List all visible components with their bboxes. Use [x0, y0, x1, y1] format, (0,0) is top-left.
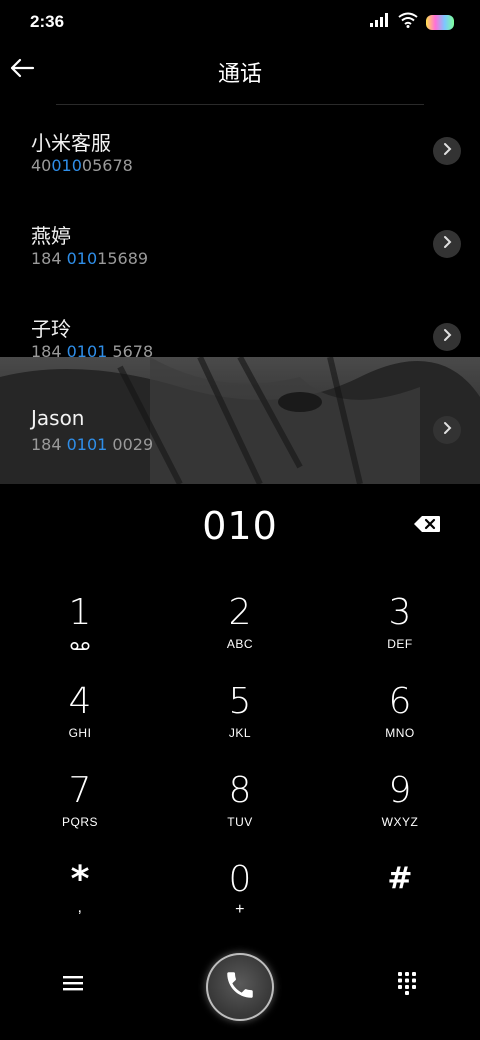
key-digit: 9	[388, 770, 412, 811]
wifi-icon	[398, 12, 418, 33]
contact-name: 小米客服	[31, 131, 111, 155]
contact-number: 184 0101 0029	[31, 435, 154, 454]
status-bar: 2:36	[0, 0, 480, 42]
key-digit: #	[387, 861, 413, 896]
contact-name: 燕婷	[31, 224, 71, 248]
number-match: 010	[51, 156, 82, 175]
contact-detail-button[interactable]	[433, 323, 461, 351]
contact-number: 4001005678	[31, 156, 133, 175]
dialed-number[interactable]: 010	[0, 504, 480, 548]
chevron-right-icon	[442, 421, 452, 440]
call-button[interactable]	[206, 953, 274, 1021]
dialpad: 1 2 ABC 3 DEF 4 GHI 5 JKL 6 MNO 7 PQRS 8…	[0, 580, 480, 936]
bottom-action-bar	[0, 948, 480, 1024]
key-letters: +	[235, 901, 245, 918]
key-digit: 3	[388, 592, 412, 633]
dialpad-icon	[397, 971, 417, 1000]
key-0[interactable]: 0 +	[180, 847, 300, 931]
key-2[interactable]: 2 ABC	[180, 580, 300, 664]
key-letters: GHI	[68, 726, 92, 740]
key-letters: JKL	[228, 726, 252, 740]
contact-detail-button[interactable]	[433, 230, 461, 258]
search-results: 小米客服 4001005678 燕婷 184 01015689 子玲 184 0…	[0, 105, 480, 484]
chevron-right-icon	[442, 142, 452, 161]
key-letters: PQRS	[61, 815, 98, 829]
key-digit: 2	[228, 592, 252, 633]
key-8[interactable]: 8 TUV	[180, 758, 300, 842]
key-letters: WXYZ	[381, 815, 419, 829]
key-letters: TUV	[227, 815, 253, 829]
key-letters: ,	[77, 899, 83, 916]
key-3[interactable]: 3 DEF	[340, 580, 460, 664]
key-digit: *	[70, 859, 90, 900]
backspace-button[interactable]	[412, 515, 442, 537]
list-item[interactable]: 子玲 184 0101 5678	[0, 291, 480, 384]
key-7[interactable]: 7 PQRS	[20, 758, 140, 842]
key-digit: 1	[68, 592, 92, 633]
contact-number: 184 01015689	[31, 249, 149, 268]
menu-button[interactable]	[58, 970, 88, 1000]
contact-detail-button[interactable]	[433, 416, 461, 444]
key-letters: MNO	[385, 726, 415, 740]
key-digit: 7	[68, 770, 92, 811]
key-letters: ABC	[226, 637, 254, 651]
key-digit: 0	[228, 859, 252, 900]
key-pound[interactable]: #	[340, 847, 460, 931]
chevron-right-icon	[442, 235, 452, 254]
key-letters: DEF	[387, 637, 413, 651]
contact-name: 子玲	[31, 317, 71, 341]
key-6[interactable]: 6 MNO	[340, 669, 460, 753]
number-match: 010	[66, 249, 98, 268]
chevron-right-icon	[442, 328, 452, 347]
key-1[interactable]: 1	[20, 580, 140, 664]
key-digit: 8	[228, 770, 252, 811]
status-time: 2:36	[30, 12, 65, 31]
contact-number: 184 0101 5678	[31, 342, 154, 361]
contact-detail-button[interactable]	[433, 137, 461, 165]
status-icons	[370, 12, 454, 33]
number-match: 0101	[66, 435, 108, 454]
key-4[interactable]: 4 GHI	[20, 669, 140, 753]
key-5[interactable]: 5 JKL	[180, 669, 300, 753]
list-item[interactable]: 燕婷 184 01015689	[0, 198, 480, 291]
page-title: 通话	[217, 62, 262, 87]
voicemail-icon	[70, 638, 90, 656]
phone-icon	[223, 968, 257, 1007]
header: 通话	[0, 42, 480, 104]
contact-name: Jason	[31, 406, 85, 430]
key-star[interactable]: * ,	[20, 847, 140, 931]
key-digit: 6	[388, 681, 412, 722]
menu-icon	[63, 975, 83, 996]
battery-icon	[426, 15, 454, 30]
key-digit: 4	[68, 681, 92, 722]
dialpad-toggle-button[interactable]	[392, 970, 422, 1000]
number-match: 0101	[66, 342, 108, 361]
key-9[interactable]: 9 WXYZ	[340, 758, 460, 842]
list-item[interactable]: Jason 184 0101 0029	[0, 384, 480, 477]
backspace-icon	[413, 515, 441, 538]
list-item[interactable]: 小米客服 4001005678	[0, 105, 480, 198]
signal-icon	[370, 13, 390, 32]
dial-display: 010	[0, 484, 480, 572]
key-digit: 5	[228, 681, 252, 722]
